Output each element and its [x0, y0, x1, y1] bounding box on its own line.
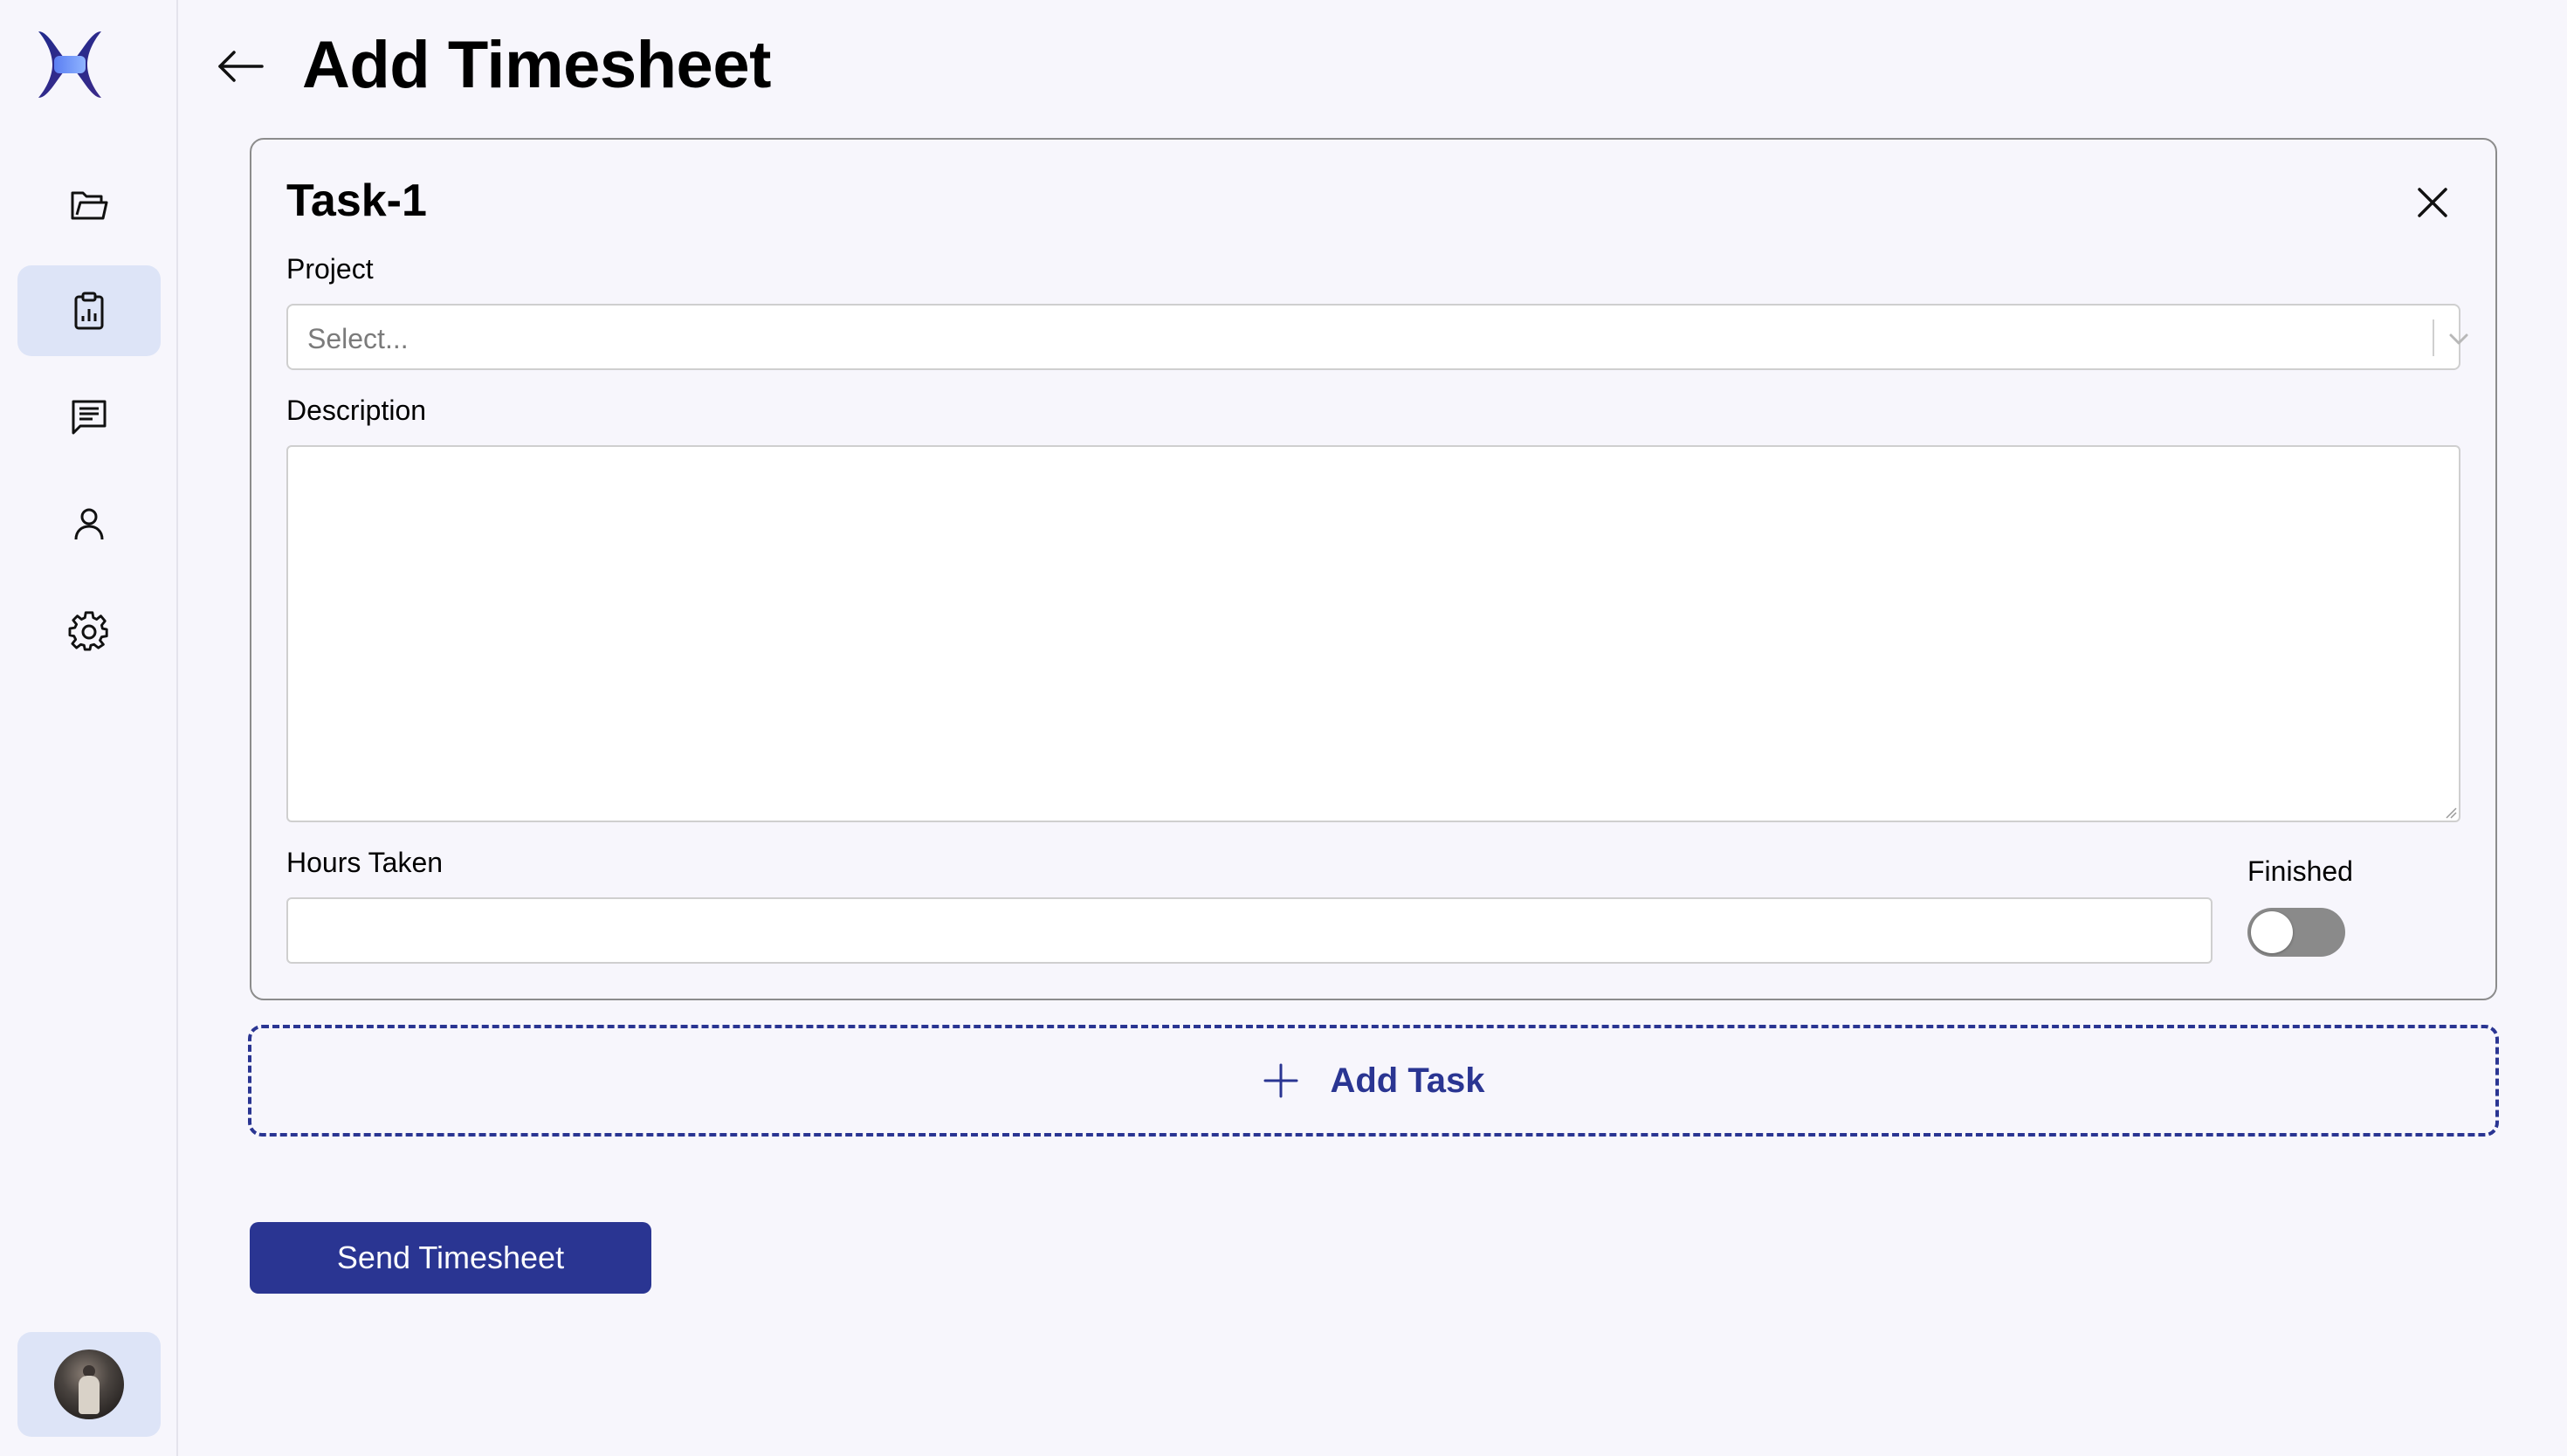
user-icon [74, 508, 104, 540]
gear-icon [68, 611, 108, 651]
finished-toggle[interactable] [2247, 908, 2345, 957]
sidebar [0, 0, 178, 1456]
sidebar-item-projects[interactable] [17, 161, 161, 251]
back-button[interactable] [210, 35, 272, 98]
project-select-placeholder: Select... [307, 323, 409, 354]
dropdown-indicator[interactable] [2441, 321, 2476, 356]
user-avatar-button[interactable] [17, 1332, 161, 1437]
send-timesheet-button[interactable]: Send Timesheet [250, 1222, 651, 1294]
app-logo[interactable] [31, 26, 108, 103]
chevron-down-icon [2449, 333, 2468, 345]
toggle-knob [2251, 911, 2293, 953]
sidebar-item-profile[interactable] [17, 478, 161, 569]
hours-taken-input[interactable] [286, 897, 2213, 964]
description-textarea[interactable] [286, 445, 2460, 822]
clipboard-chart-icon [74, 292, 104, 330]
add-task-label: Add Task [1330, 1061, 1485, 1100]
project-label: Project [286, 253, 374, 285]
sidebar-item-messages[interactable] [17, 372, 161, 463]
close-icon [2418, 188, 2447, 217]
sidebar-item-settings[interactable] [17, 587, 161, 677]
page-title: Add Timesheet [302, 28, 771, 102]
folder-icon [71, 191, 108, 220]
description-label: Description [286, 395, 427, 426]
message-icon [72, 400, 107, 435]
select-separator [2433, 319, 2434, 356]
app-root: Add Timesheet Task-1 Project Select... D… [0, 0, 2567, 1456]
task-title: Task-1 [286, 175, 427, 226]
plus-icon [1263, 1063, 1298, 1098]
project-select[interactable]: Select... [286, 304, 2468, 370]
avatar [54, 1350, 124, 1419]
finished-label: Finished [2247, 855, 2353, 887]
sidebar-item-timesheets[interactable] [17, 265, 161, 356]
task-card: Task-1 Project Select... Description Hou… [250, 138, 2497, 1000]
add-task-button[interactable]: Add Task [248, 1025, 2499, 1137]
arrow-left-icon [218, 51, 264, 82]
avatar-figure [79, 1376, 100, 1414]
resize-handle-icon[interactable] [2445, 807, 2457, 819]
remove-task-button[interactable] [2408, 178, 2457, 227]
hours-taken-label: Hours Taken [286, 847, 444, 878]
